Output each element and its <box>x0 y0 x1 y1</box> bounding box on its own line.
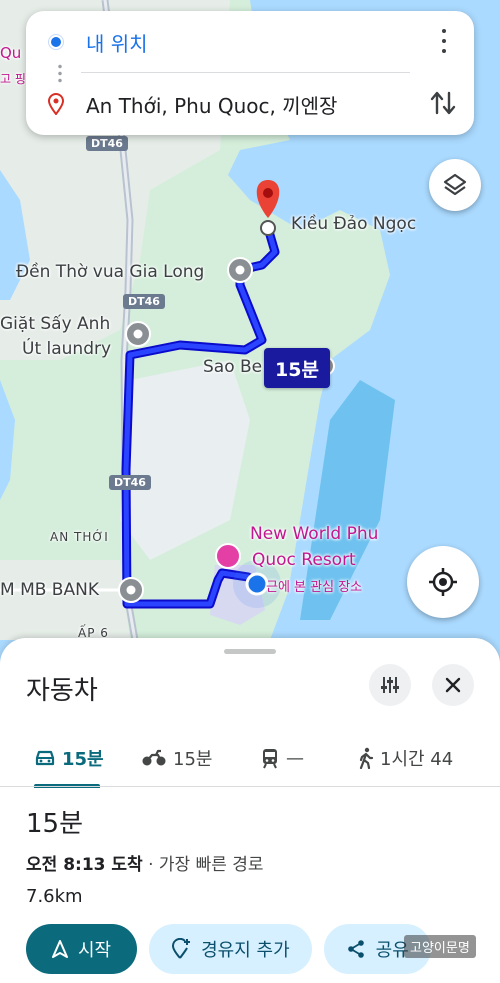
travel-mode-tabs: 15분 15분 — 1시간 44 <box>0 728 500 788</box>
my-location-button[interactable] <box>407 546 479 618</box>
directions-search-card: 내 위치 An Thới, Phu Quoc, 끼엔장 <box>26 11 474 135</box>
action-buttons: 시작 경유지 추가 공유 <box>26 924 431 974</box>
map-label-sao-be[interactable]: Sao Be <box>203 357 262 377</box>
road-shield-dt46: DT46 <box>123 294 165 309</box>
origin-field[interactable]: 내 위치 <box>26 17 474 67</box>
destination-text: An Thới, Phu Quoc, 끼엔장 <box>86 93 338 118</box>
start-button-label: 시작 <box>78 940 112 961</box>
my-location-dot-icon <box>49 35 63 49</box>
travel-mode-title: 자동차 <box>26 676 98 706</box>
tab-walk[interactable]: 1시간 44 <box>358 728 453 788</box>
route-note: · 가장 빠른 경로 <box>142 855 264 875</box>
motorcycle-icon <box>142 749 166 766</box>
origin-text: 내 위치 <box>86 31 148 56</box>
map-label-giat-say-line2[interactable]: Út laundry <box>22 339 111 359</box>
destination-pin-icon <box>47 93 65 115</box>
add-stop-label: 경유지 추가 <box>201 940 290 961</box>
sheet-drag-handle[interactable] <box>224 649 276 654</box>
share-icon <box>347 940 364 958</box>
layers-icon <box>443 173 467 196</box>
map-label-den-tho[interactable]: Đền Thờ vua Gia Long <box>16 262 204 282</box>
crosshair-icon <box>429 568 457 596</box>
walk-icon <box>359 747 374 769</box>
fields-divider <box>81 72 410 73</box>
route-duration: 15분 <box>26 809 84 839</box>
close-button[interactable] <box>432 664 474 706</box>
close-icon <box>445 677 461 693</box>
tabs-divider <box>0 786 500 787</box>
map-label-new-world-line1[interactable]: New World Phu <box>250 524 378 544</box>
add-stop-button[interactable]: 경유지 추가 <box>149 924 312 974</box>
transit-icon <box>263 749 277 769</box>
swap-origin-destination-icon[interactable] <box>430 89 456 121</box>
map-label-kieu-dao-ngoc[interactable]: Kiều Đảo Ngọc <box>291 214 416 234</box>
route-distance: 7.6km <box>26 886 83 907</box>
tab-car-label: 15분 <box>62 749 104 770</box>
tab-transit[interactable]: — <box>260 728 304 788</box>
map-label-edge-q: Qu <box>0 44 22 62</box>
map-label-an-thoi: AN THỚI <box>50 530 109 544</box>
tab-motorcycle[interactable]: 15분 <box>141 728 212 788</box>
tab-motorcycle-label: 15분 <box>173 749 213 770</box>
start-button[interactable]: 시작 <box>26 924 138 974</box>
navigation-arrow-icon <box>52 940 68 958</box>
add-location-icon <box>172 938 191 959</box>
tune-icon <box>381 677 399 693</box>
arrival-info: 오전 8:13 도착 · 가장 빠른 경로 <box>26 850 264 875</box>
tab-walk-label: 1시간 44 <box>380 749 454 770</box>
map-label-giat-say-line1[interactable]: Giặt Sấy Anh <box>0 314 110 334</box>
map-label-mb-bank[interactable]: M MB BANK <box>0 580 99 600</box>
destination-field[interactable]: An Thới, Phu Quoc, 끼엔장 <box>26 79 474 129</box>
tab-transit-label: — <box>286 747 304 769</box>
watermark: 고양이문명 <box>404 935 476 958</box>
layers-button[interactable] <box>429 159 481 211</box>
route-duration-badge[interactable]: 15분 <box>264 348 330 388</box>
road-shield-dt46: DT46 <box>86 136 128 151</box>
map-label-edge-ko: 고 핑 <box>0 72 26 86</box>
tab-car[interactable]: 15분 <box>34 728 104 788</box>
road-shield-dt46: DT46 <box>109 475 151 490</box>
directions-bottom-sheet: 자동차 15분 15분 — 1시간 44 15분 오전 8:13 도착 · 가장… <box>0 638 500 983</box>
map-label-recent-place: 근에 본 관심 장소 <box>266 580 363 595</box>
map-label-new-world-line2[interactable]: Quoc Resort <box>252 550 356 570</box>
arrival-time: 오전 8:13 도착 <box>26 855 143 875</box>
more-options-icon[interactable] <box>434 29 454 53</box>
route-options-button[interactable] <box>369 664 411 706</box>
car-icon <box>35 750 55 766</box>
